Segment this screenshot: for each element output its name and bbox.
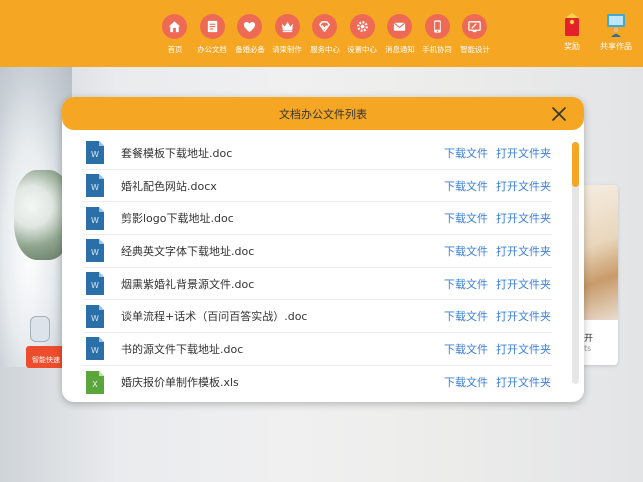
nav-label: 办公文档 bbox=[197, 45, 227, 54]
svg-text:W: W bbox=[91, 183, 99, 192]
phone-icon bbox=[424, 14, 450, 39]
file-list-modal: 文档办公文件列表 W 套餐模板下载地址.doc 下载文件 打开文件夹 W 婚礼配… bbox=[62, 97, 584, 402]
crown-icon bbox=[274, 14, 300, 39]
svg-text:X: X bbox=[92, 380, 98, 389]
nav-label: 手机协同 bbox=[422, 45, 452, 54]
robot-icon bbox=[30, 316, 50, 342]
file-row: W 烟熏紫婚礼背景源文件.doc 下载文件 打开文件夹 bbox=[82, 268, 552, 301]
smart-fast-badge[interactable]: 智能快速 bbox=[26, 346, 66, 368]
file-name: 烟熏紫婚礼背景源文件.doc bbox=[121, 277, 255, 291]
smart-fast-label: 智能快速 bbox=[32, 356, 60, 364]
reward-button[interactable]: 奖励 bbox=[555, 12, 589, 52]
open-folder-link[interactable]: 打开文件夹 bbox=[496, 308, 551, 324]
nav-item-smart-design[interactable]: 智能设计 bbox=[456, 14, 494, 55]
nav-label: 设置中心 bbox=[347, 45, 377, 54]
file-name: 书的源文件下载地址.doc bbox=[121, 342, 244, 356]
file-name: 婚庆报价单制作模板.xls bbox=[121, 376, 239, 390]
nav-label: 首页 bbox=[167, 45, 183, 54]
heart-icon bbox=[237, 14, 263, 39]
open-folder-link[interactable]: 打开文件夹 bbox=[496, 178, 551, 194]
share-works-label: 共享作品 bbox=[600, 42, 632, 51]
word-file-icon: W bbox=[86, 174, 104, 198]
open-folder-link[interactable]: 打开文件夹 bbox=[496, 145, 551, 161]
nav-item-settings[interactable]: 设置中心 bbox=[344, 14, 382, 55]
open-folder-link[interactable]: 打开文件夹 bbox=[496, 243, 551, 259]
share-works-button[interactable]: 共享作品 bbox=[599, 12, 633, 52]
close-icon[interactable] bbox=[550, 105, 568, 123]
svg-text:W: W bbox=[91, 248, 99, 257]
svg-text:W: W bbox=[91, 346, 99, 355]
file-row: W 婚礼配色网站.docx 下载文件 打开文件夹 bbox=[82, 170, 552, 203]
file-name: 剪影logo下载地址.doc bbox=[121, 212, 234, 226]
reward-label: 奖励 bbox=[564, 42, 580, 51]
side-card-title: 开 bbox=[584, 334, 594, 344]
word-file-icon: W bbox=[86, 206, 104, 230]
svg-text:W: W bbox=[91, 216, 99, 225]
file-row: W 套餐模板下载地址.doc 下载文件 打开文件夹 bbox=[82, 137, 552, 170]
file-row: X 婚庆报价单制作模板.xls 下载文件 打开文件夹 bbox=[82, 366, 552, 399]
top-nav-bar: 首页 办公文档 备婚必备 请柬制作 服务中心 设置中心 消息通知 手机协同 智能… bbox=[0, 0, 643, 67]
svg-text:W: W bbox=[91, 150, 99, 159]
monitor-share-icon bbox=[605, 12, 627, 38]
open-folder-link[interactable]: 打开文件夹 bbox=[496, 276, 551, 292]
scrollbar-thumb[interactable] bbox=[572, 142, 579, 187]
download-file-link[interactable]: 下载文件 bbox=[444, 243, 488, 259]
nav-item-documents[interactable]: 办公文档 bbox=[194, 14, 232, 55]
file-row: W 剪影logo下载地址.doc 下载文件 打开文件夹 bbox=[82, 202, 552, 236]
excel-file-icon: X bbox=[86, 370, 104, 394]
modal-title: 文档办公文件列表 bbox=[279, 108, 367, 121]
open-folder-link[interactable]: 打开文件夹 bbox=[496, 210, 551, 226]
nav-item-notifications[interactable]: 消息通知 bbox=[381, 14, 419, 55]
home-icon bbox=[162, 14, 188, 39]
nav-label: 智能设计 bbox=[460, 45, 490, 54]
svg-text:W: W bbox=[91, 314, 99, 323]
svg-text:W: W bbox=[91, 281, 99, 290]
word-file-icon: W bbox=[86, 337, 104, 361]
nav-item-wedding-essentials[interactable]: 备婚必备 bbox=[231, 14, 269, 55]
file-row: W 谈单流程+话术（百问百答实战）.doc 下载文件 打开文件夹 bbox=[82, 300, 552, 334]
download-file-link[interactable]: 下载文件 bbox=[444, 178, 488, 194]
open-folder-link[interactable]: 打开文件夹 bbox=[496, 341, 551, 357]
nav-item-home[interactable]: 首页 bbox=[156, 14, 194, 55]
design-icon bbox=[462, 14, 488, 39]
word-file-icon: W bbox=[86, 141, 104, 165]
nav-label: 请柬制作 bbox=[272, 45, 302, 54]
nav-item-mobile-sync[interactable]: 手机协同 bbox=[419, 14, 457, 55]
side-card-subtitle: ts bbox=[584, 344, 592, 353]
nav-label: 备婚必备 bbox=[235, 45, 265, 54]
top-right-actions: 奖励 共享作品 bbox=[555, 12, 633, 52]
file-name: 谈单流程+话术（百问百答实战）.doc bbox=[121, 310, 308, 324]
document-icon bbox=[199, 14, 225, 39]
file-row: W 书的源文件下载地址.doc 下载文件 打开文件夹 bbox=[82, 333, 552, 366]
file-name: 经典英文字体下载地址.doc bbox=[121, 244, 255, 258]
download-file-link[interactable]: 下载文件 bbox=[444, 145, 488, 161]
download-file-link[interactable]: 下载文件 bbox=[444, 341, 488, 357]
file-list: W 套餐模板下载地址.doc 下载文件 打开文件夹 W 婚礼配色网站.docx … bbox=[82, 137, 552, 399]
word-file-icon: W bbox=[86, 272, 104, 296]
nav-label: 服务中心 bbox=[310, 45, 340, 54]
file-row: W 经典英文字体下载地址.doc 下载文件 打开文件夹 bbox=[82, 235, 552, 268]
modal-header: 文档办公文件列表 bbox=[62, 97, 584, 130]
download-file-link[interactable]: 下载文件 bbox=[444, 308, 488, 324]
download-file-link[interactable]: 下载文件 bbox=[444, 210, 488, 226]
word-file-icon: W bbox=[86, 304, 104, 328]
nav-item-service-center[interactable]: 服务中心 bbox=[306, 14, 344, 55]
main-nav: 首页 办公文档 备婚必备 请柬制作 服务中心 设置中心 消息通知 手机协同 智能… bbox=[156, 14, 494, 55]
nav-label: 消息通知 bbox=[385, 45, 415, 54]
word-file-icon: W bbox=[86, 239, 104, 263]
open-folder-link[interactable]: 打开文件夹 bbox=[496, 374, 551, 390]
red-envelope-icon bbox=[561, 12, 583, 38]
gear-icon bbox=[349, 14, 375, 39]
nav-item-invitation[interactable]: 请柬制作 bbox=[269, 14, 307, 55]
download-file-link[interactable]: 下载文件 bbox=[444, 276, 488, 292]
diamond-icon bbox=[312, 14, 338, 39]
file-name: 套餐模板下载地址.doc bbox=[121, 146, 233, 160]
mail-icon bbox=[387, 14, 413, 39]
file-name: 婚礼配色网站.docx bbox=[121, 179, 217, 193]
download-file-link[interactable]: 下载文件 bbox=[444, 374, 488, 390]
